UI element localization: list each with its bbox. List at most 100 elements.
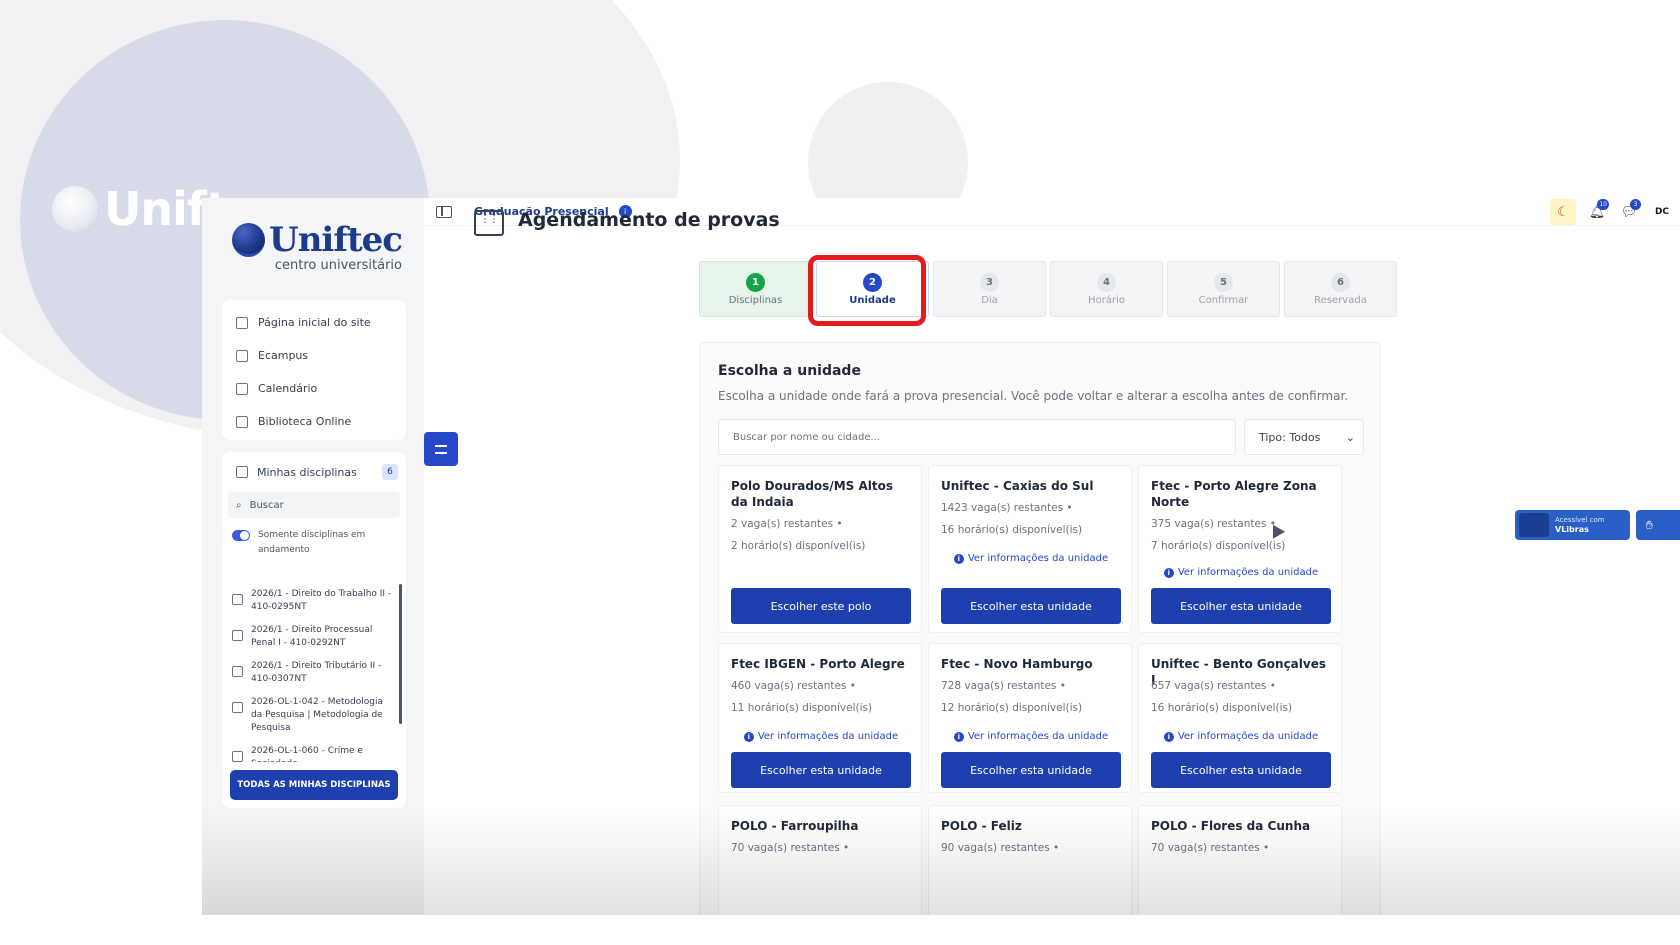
brand-logo[interactable]: Uniftec centro universitário: [232, 220, 403, 273]
checkbox[interactable]: [232, 666, 243, 677]
collapse-sidebar-button[interactable]: [424, 432, 458, 466]
discipline-label: 2026-OL-1-042 - Metodologia da Pesquisa …: [251, 697, 384, 733]
bell-icon[interactable]: 🔔︎ 10: [1586, 199, 1609, 223]
choose-unit-button[interactable]: Escolher esta unidade: [941, 752, 1121, 788]
step-dia[interactable]: 3 Dia: [933, 261, 1046, 317]
list-item[interactable]: 2026-OL-1-060 - Crime e Sociedade: [222, 739, 406, 762]
list-item[interactable]: 2026/1 - Direito do Trabalho II - 410-02…: [222, 582, 406, 618]
unit-horarios: 7 horário(s) disponível(is): [1151, 540, 1286, 552]
step-horario[interactable]: 4 Horário: [1050, 261, 1163, 317]
unit-card: Ftec - Novo Hamburgo 728 vaga(s) restant…: [928, 643, 1132, 793]
unit-info-label: Ver informações da unidade: [967, 553, 1109, 564]
step-number: 5: [1214, 272, 1233, 292]
unit-vagas: 375 vaga(s) restantes •: [1151, 518, 1276, 530]
sidebar-item-label: Biblioteca Online: [258, 415, 352, 428]
sidebar-item-ecampus[interactable]: Ecampus: [222, 339, 406, 372]
step-reservada[interactable]: 6 Reservada: [1284, 261, 1397, 317]
page-header: Agendamento de provas: [474, 209, 780, 236]
unit-info-link[interactable]: i Ver informações da unidade: [1139, 567, 1343, 578]
unit-info-label: Ver informações da unidade: [967, 731, 1109, 742]
hand-icon[interactable]: ✋︎: [1636, 510, 1680, 540]
sidebar-item-calendar[interactable]: Calendário: [222, 372, 406, 405]
sidebar-item-label: Calendário: [258, 382, 318, 395]
step-number: 3: [980, 272, 999, 292]
step-confirmar[interactable]: 5 Confirmar: [1167, 261, 1280, 317]
step-label: Dia: [981, 294, 998, 306]
list-item[interactable]: 2026-OL-1-042 - Metodologia da Pesquisa …: [222, 690, 406, 739]
moon-icon[interactable]: ☾: [1550, 199, 1576, 225]
info-icon: i: [1163, 567, 1174, 578]
unit-name: Polo Dourados/MS Altos da Indaia: [731, 479, 893, 509]
unit-info-label: Ver informações da unidade: [757, 731, 899, 742]
vlibras-line1: Acessível com: [1555, 515, 1605, 524]
step-number: 4: [1097, 272, 1116, 292]
unit-name: POLO - Flores da Cunha: [1151, 819, 1311, 833]
disciplines-count-badge: 6: [382, 464, 398, 480]
ongoing-filter: Somente disciplinas em andamento: [222, 518, 406, 564]
disciplines-list: 2026/1 - Direito do Trabalho II - 410-02…: [222, 582, 406, 762]
sidebar-item-label: Página inicial do site: [258, 316, 371, 329]
unit-card: Uniftec - Bento Gonçalves I 657 vaga(s) …: [1138, 643, 1342, 793]
disciplines-search[interactable]: ⌕ Buscar: [228, 492, 400, 518]
choose-unit-button[interactable]: Escolher esta unidade: [1151, 752, 1331, 788]
unit-card: Uniftec - Caxias do Sul 1423 vaga(s) res…: [928, 465, 1132, 633]
scrollbar[interactable]: [399, 584, 402, 724]
ongoing-toggle-label: Somente disciplinas em andamento: [258, 530, 366, 555]
sidebar-item-home[interactable]: Página inicial do site: [222, 306, 406, 339]
external-link-icon: [236, 349, 248, 362]
type-filter-select[interactable]: Tipo: Todos ⌄: [1244, 419, 1364, 455]
disciplines-header[interactable]: Minhas disciplinas 6: [222, 452, 406, 492]
step-label: Reservada: [1314, 294, 1367, 306]
step-label: Confirmar: [1198, 294, 1249, 306]
ongoing-toggle[interactable]: [232, 530, 250, 541]
checkbox[interactable]: [232, 751, 243, 762]
chat-icon[interactable]: 💬︎ 3: [1618, 199, 1641, 223]
unit-card: POLO - Farroupilha 70 vaga(s) restantes …: [718, 805, 922, 920]
choose-unit-button[interactable]: Escolher este polo: [731, 588, 911, 624]
step-disciplinas[interactable]: 1 Disciplinas: [699, 261, 812, 317]
book-open-icon: [236, 466, 248, 478]
unit-info-label: Ver informações da unidade: [1177, 567, 1319, 578]
list-item[interactable]: 2026/1 - Direito Tributário II - 410-030…: [222, 654, 406, 690]
checkbox[interactable]: [232, 630, 243, 641]
choose-unit-button[interactable]: Escolher esta unidade: [941, 588, 1121, 624]
list-item[interactable]: 2026/1 - Direito Processual Penal I - 41…: [222, 618, 406, 654]
unit-card: Ftec IBGEN - Porto Alegre 460 vaga(s) re…: [718, 643, 922, 793]
unit-vagas: 460 vaga(s) restantes •: [731, 680, 856, 692]
sidebar-item-label: Ecampus: [258, 349, 309, 362]
choose-unit-button[interactable]: Escolher esta unidade: [731, 752, 911, 788]
unit-vagas: 70 vaga(s) restantes •: [1151, 842, 1270, 854]
unit-name: POLO - Feliz: [941, 819, 1022, 833]
unit-info-link[interactable]: i Ver informações da unidade: [1139, 731, 1343, 742]
sidebar-nav: Página inicial do site Ecampus Calendári…: [222, 300, 406, 440]
search-input[interactable]: [718, 419, 1236, 455]
unit-vagas: 657 vaga(s) restantes •: [1151, 680, 1276, 692]
disciplines-title: Minhas disciplinas: [257, 465, 357, 479]
unit-info-link[interactable]: i Ver informações da unidade: [929, 731, 1133, 742]
vlibras-button[interactable]: Acessível com VLibras: [1515, 510, 1630, 540]
all-disciplines-button[interactable]: TODAS AS MINHAS DISCIPLINAS: [230, 770, 398, 800]
step-number: 6: [1331, 272, 1350, 292]
stepper: 1 Disciplinas 2 Unidade 3 Dia 4 Horário …: [699, 261, 1401, 317]
unit-vagas: 70 vaga(s) restantes •: [731, 842, 850, 854]
sidebar-item-library[interactable]: Biblioteca Online: [222, 405, 406, 438]
calendar-icon: [236, 382, 248, 395]
step-label: Horário: [1088, 294, 1125, 306]
unit-info-link[interactable]: i Ver informações da unidade: [929, 553, 1133, 564]
vlibras-avatar-icon: [1519, 513, 1549, 537]
discipline-label: 2026/1 - Direito Processual Penal I - 41…: [251, 625, 373, 648]
vlibras-line2: VLibras: [1555, 524, 1589, 534]
type-filter-value: Tipo: Todos: [1259, 430, 1321, 444]
checkbox[interactable]: [232, 702, 243, 713]
unit-info-link[interactable]: i Ver informações da unidade: [719, 731, 923, 742]
sidebar-toggle-icon[interactable]: [436, 205, 452, 218]
chevron-down-icon: ⌄: [1345, 430, 1355, 444]
unit-name: Ftec - Porto Alegre Zona Norte: [1151, 479, 1317, 509]
checkbox[interactable]: [232, 594, 243, 605]
avatar[interactable]: DC: [1650, 200, 1674, 224]
app-window: Uniftec centro universitário Página inic…: [202, 198, 1680, 920]
info-icon: i: [1163, 731, 1174, 742]
disciplines-panel: Minhas disciplinas 6 ⌕ Buscar Somente di…: [222, 452, 406, 808]
choose-unit-button[interactable]: Escolher esta unidade: [1151, 588, 1331, 624]
unit-horarios: 11 horário(s) disponível(is): [731, 702, 873, 714]
